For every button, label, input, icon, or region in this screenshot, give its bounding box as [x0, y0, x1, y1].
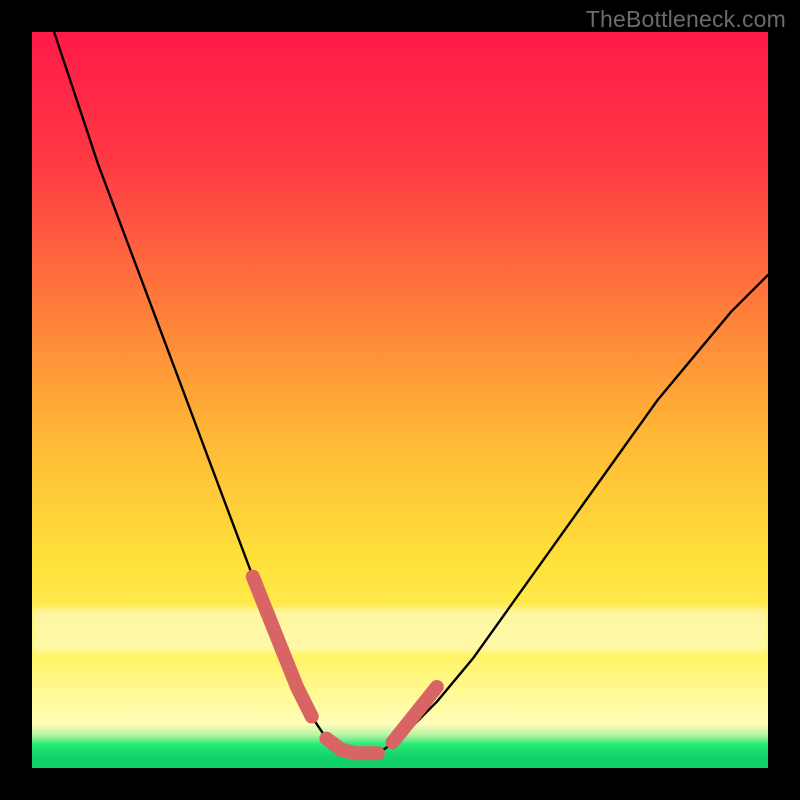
watermark-text: TheBottleneck.com	[586, 6, 786, 33]
plot-area	[32, 32, 768, 768]
chart-stage: TheBottleneck.com	[0, 0, 800, 800]
bottleneck-curve	[54, 32, 768, 753]
highlight-markers	[253, 577, 437, 754]
curve-layer	[32, 32, 768, 768]
